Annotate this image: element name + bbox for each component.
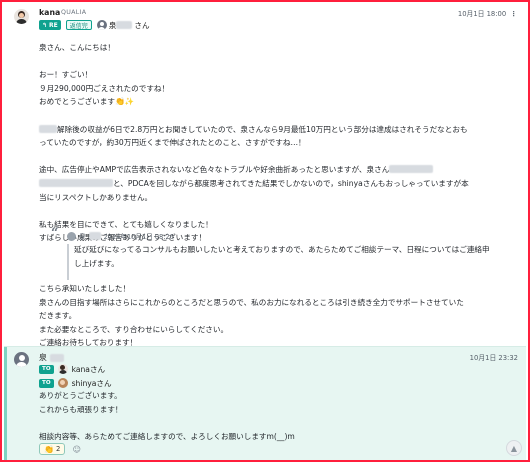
body-line: 私も結果を目にできて、とても嬉しくなりました！ [39, 219, 213, 229]
message-kana: kana QUALIA 10月1日 18:00 ⋮ ↰ RE 返信完 泉さん 泉さん… [4, 4, 526, 347]
sender-org: QUALIA [61, 9, 87, 16]
clap-emoji-icon: 👏 [44, 444, 54, 454]
blurred-name [116, 20, 133, 29]
status-badge: 返信完 [65, 20, 92, 30]
quote-header: 泉 2024年10月1日 08:26 [67, 231, 174, 241]
to-badge: TO [39, 364, 54, 374]
message-izumi: 泉 10月1日 23:32 TO kanaさん TO shinyaさん ありがと… [4, 346, 526, 460]
quote-date: 2024年10月1日 08:26 [103, 233, 174, 241]
blurred-name [88, 232, 101, 240]
body-text: 途中、広告停止やAMPで広告表示されないなど色々なトラブルや好余曲折あったと思い… [39, 165, 390, 175]
to-row[interactable]: TO shinyaさん [39, 377, 112, 389]
recipient-name: shinyaさん [71, 378, 112, 388]
blurred-text [39, 124, 57, 133]
sparkle-icon: ✨ [124, 97, 135, 107]
avatar [57, 364, 68, 374]
arrow-up-icon[interactable]: ▲ [506, 440, 522, 456]
clap-emoji-icon: 👏 [114, 97, 125, 107]
blurred-text [39, 178, 113, 187]
message-body-after: こちら承知いたしました！ 泉さんの目指す場所はさらにこれからのところだと思うので… [39, 282, 509, 350]
message-body: 泉さん、こんにちは！ おー！すごい！ ９月290,000円ごえされたのですね！ … [39, 41, 509, 245]
sender-name[interactable]: 泉 [39, 352, 64, 363]
body-line: 相談内容等、あらためてご連絡しますので、よろしくお願いしますm(__)m [39, 431, 295, 441]
user-icon [96, 20, 107, 30]
body-line: ９月290,000円ごえされたのですね！ [39, 83, 170, 93]
blurred-name [49, 353, 64, 362]
avatar[interactable] [14, 9, 29, 24]
body-line: おー！すごい！ [39, 70, 93, 80]
quote-icon: “ [51, 226, 59, 241]
message-tags: ↰ RE 返信完 泉さん [39, 19, 150, 31]
recipient-suffix: さん [134, 20, 150, 30]
body-line: 途中、広告停止やAMPで広告表示されないなど色々なトラブルや好余曲折あったと思い… [39, 163, 509, 177]
avatar[interactable] [14, 352, 29, 367]
timestamp: 10月1日 18:00 [457, 10, 507, 18]
re-label: RE [49, 21, 58, 29]
blurred-text [389, 165, 434, 174]
sender-text: 泉 [39, 353, 47, 362]
recipient-name: kanaさん [71, 364, 106, 374]
avatar [67, 231, 76, 241]
body-line: こちら承知いたしました！ [39, 284, 131, 293]
reply-arrow-icon: ↰ [42, 21, 48, 29]
message-body: ありがとうございます。 これからも頑張ります！ 相談内容等、あらためてご連絡しま… [39, 389, 509, 443]
quote-bar [67, 244, 69, 280]
body-line: 当にリスペクトしかありません。 [39, 192, 153, 202]
body-line: 泉さん、こんにちは！ [39, 43, 115, 52]
avatar [57, 378, 68, 388]
body-text: と、PDCAを回しながら都度思考されてきた結果でしかないので，shinyaさんも… [113, 178, 469, 188]
to-row[interactable]: TO kanaさん [39, 363, 105, 375]
message-time: 10月1日 23:32 [469, 354, 518, 362]
sender-name[interactable]: kana [39, 8, 60, 17]
quote-author: 泉 [79, 233, 86, 241]
re-badge[interactable]: ↰ RE [39, 20, 61, 30]
recipient-name: 泉 [109, 20, 133, 31]
reactions: 👏 2 ☺ [39, 443, 82, 455]
quote-line: 延び延びになってるコンサルもお願いしたいと考えておりますので、あたらためてご相談… [74, 245, 490, 254]
body-line: と、PDCAを回しながら都度思考されてきた結果でしかないので，shinyaさんも… [39, 177, 509, 191]
highlight-bar [4, 347, 7, 460]
quote-text: 延び延びになってるコンサルもお願いしたいと考えておりますので、あたらためてご相談… [74, 243, 504, 270]
more-dots-icon[interactable]: ⋮ [510, 10, 518, 18]
add-reaction-icon[interactable]: ☺ [71, 444, 82, 455]
body-line: おめでとうございます👏✨ [39, 95, 509, 109]
quote-line: し上げます。 [74, 258, 119, 268]
message-time: 10月1日 18:00 ⋮ [458, 8, 518, 18]
body-line: っていたのですが，約30万円近くまで伸ばされたとのこと、さすがですね…！ [39, 138, 306, 148]
body-text: おめでとうございます [39, 97, 115, 107]
body-line: また必要なところで、すり合わせにいらしてください。 [39, 324, 229, 334]
reaction-clap[interactable]: 👏 2 [39, 443, 66, 455]
reaction-count: 2 [55, 445, 61, 453]
body-line: だきます。 [39, 311, 77, 321]
app-frame: kana QUALIA 10月1日 18:00 ⋮ ↰ RE 返信完 泉さん 泉さん… [0, 0, 530, 462]
body-line: これからも頑張ります！ [39, 404, 123, 414]
to-recipient[interactable]: 泉さん [96, 20, 150, 31]
body-line: 泉さんの目指す場所はさらにこれからのところだと思うので、私のお力になれるところは… [39, 297, 464, 307]
to-badge: TO [39, 378, 54, 388]
body-line: ありがとうございます。 [39, 391, 122, 400]
body-line: 解除後の収益が6日で2.8万円とお聞きしていたので、泉さんなら9月最低10万円と… [39, 123, 509, 137]
body-text: 解除後の収益が6日で2.8万円とお聞きしていたので、泉さんなら9月最低10万円と… [57, 124, 468, 134]
